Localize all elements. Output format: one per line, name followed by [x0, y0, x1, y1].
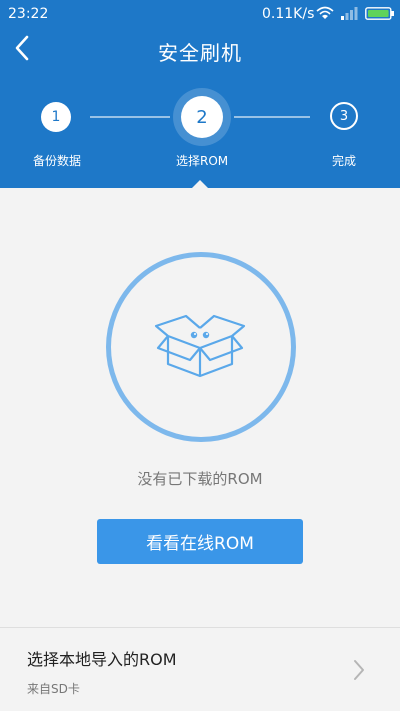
- local-import-title: 选择本地导入的ROM: [27, 650, 177, 669]
- step-2-label: 选择ROM: [176, 154, 229, 168]
- status-time: 23:22: [8, 6, 49, 22]
- page-title: 安全刷机: [158, 41, 242, 65]
- header-bar: 23:22 0.11K/s 安全刷机 1 2 3 备份数据 选择ROM 完成: [0, 0, 400, 188]
- box-icon: [154, 314, 246, 378]
- battery-icon: [365, 7, 394, 20]
- browse-online-rom-button[interactable]: 看看在线ROM: [97, 519, 303, 564]
- step-connector: [90, 116, 170, 118]
- wifi-icon: [316, 6, 334, 19]
- step-indicator: 1 2 3 备份数据 选择ROM 完成: [0, 88, 400, 188]
- status-bar: 23:22 0.11K/s: [0, 0, 400, 28]
- step-connector: [234, 116, 310, 118]
- step-3-circle: 3: [330, 102, 358, 130]
- signal-icon: [341, 7, 358, 20]
- network-speed: 0.11K/s: [262, 6, 315, 22]
- step-3-label: 完成: [332, 154, 357, 168]
- local-import-subtitle: 来自SD卡: [27, 682, 80, 696]
- step-1-circle: 1: [41, 102, 71, 132]
- step-2-circle: 2: [181, 96, 223, 138]
- chevron-right-icon: [354, 660, 364, 680]
- step-1-label: 备份数据: [33, 154, 82, 168]
- current-step-pointer: [192, 180, 208, 188]
- local-import-row[interactable]: 选择本地导入的ROM 来自SD卡: [0, 627, 400, 711]
- empty-state-message: 没有已下载的ROM: [137, 470, 263, 488]
